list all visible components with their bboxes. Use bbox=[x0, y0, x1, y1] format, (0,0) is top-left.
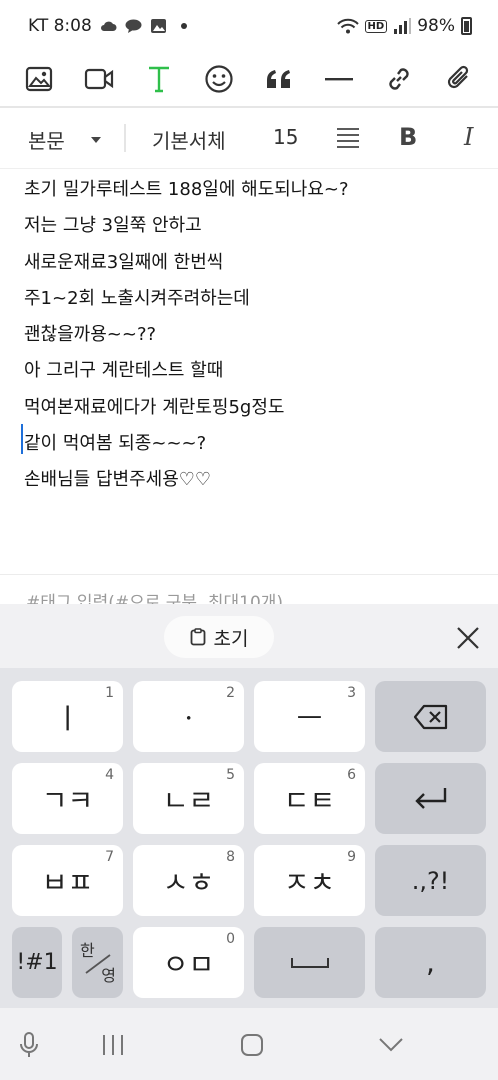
punctuation-key[interactable]: .,?! bbox=[375, 845, 486, 916]
key-bieup-pieup[interactable]: ㅂㅍ 7 bbox=[12, 845, 123, 916]
suggestion-label: 초기 bbox=[213, 627, 249, 650]
space-key[interactable] bbox=[254, 927, 365, 998]
format-separator bbox=[124, 124, 126, 152]
paragraph-style-label: 본문 bbox=[28, 129, 65, 153]
hd-badge: HD bbox=[364, 19, 388, 33]
align-icon[interactable] bbox=[336, 126, 360, 150]
font-size-selector[interactable]: 15 bbox=[273, 125, 298, 149]
close-icon[interactable] bbox=[454, 624, 482, 652]
more-notifications-dot bbox=[180, 23, 187, 29]
key-siot-hieut[interactable]: ㅅㅎ 8 bbox=[133, 845, 244, 916]
attachment-icon[interactable] bbox=[442, 62, 476, 96]
bold-button[interactable]: B bbox=[399, 123, 417, 151]
backspace-key[interactable] bbox=[375, 681, 486, 752]
body-line: 같이 먹여봄 되종~~~? bbox=[24, 433, 207, 455]
hide-keyboard-icon[interactable] bbox=[376, 1030, 406, 1060]
navigation-bar bbox=[0, 1008, 498, 1080]
gallery-icon bbox=[150, 19, 166, 33]
chevron-down-icon bbox=[90, 136, 101, 143]
video-icon[interactable] bbox=[82, 62, 116, 96]
editor-divider bbox=[0, 574, 498, 575]
suggestion-chip[interactable]: 초기 bbox=[164, 616, 274, 658]
italic-button[interactable]: I bbox=[464, 123, 473, 151]
format-divider bbox=[0, 168, 498, 169]
key-ieung-mieum[interactable]: ㅇㅁ 0 bbox=[133, 927, 244, 998]
text-cursor bbox=[21, 424, 23, 454]
key-giyeok-kieuk[interactable]: ㄱㅋ 4 bbox=[12, 763, 123, 834]
sticker-icon[interactable] bbox=[202, 62, 236, 96]
keyboard-keys: ㅣ 1 ㆍ 2 ㅡ 3 ㄱㅋ 4 ㄴㄹ 5 ㄷㅌ 6 ㅂㅍ 7 ㅅㅎ 8 ㅈㅊ … bbox=[0, 668, 498, 1020]
enter-key[interactable] bbox=[375, 763, 486, 834]
chat-icon bbox=[125, 19, 142, 33]
divider-icon[interactable] bbox=[322, 62, 356, 96]
key-digeut-tieut[interactable]: ㄷㅌ 6 bbox=[254, 763, 365, 834]
body-line: 초기 밀가루테스트 188일에 해도되나요~? bbox=[24, 179, 349, 200]
keyboard: 초기 ㅣ 1 ㆍ 2 ㅡ 3 ㄱㅋ 4 ㄴㄹ 5 ㄷㅌ 6 ㅂㅍ 7 ㅅㅎ 8 … bbox=[0, 604, 498, 1080]
cloud-icon bbox=[100, 21, 117, 31]
body-line: 손배님들 답변주세용♡♡ bbox=[24, 469, 212, 491]
key-jieut-chieut[interactable]: ㅈㅊ 9 bbox=[254, 845, 365, 916]
space-icon bbox=[290, 957, 329, 968]
font-selector[interactable]: 기본서체 bbox=[152, 125, 226, 154]
key-nieun-rieul[interactable]: ㄴㄹ 5 bbox=[133, 763, 244, 834]
battery-percent: 98% bbox=[417, 16, 455, 36]
backspace-icon bbox=[413, 704, 447, 729]
battery-icon bbox=[461, 17, 472, 35]
body-line: 아 그리구 계란테스트 할때 bbox=[24, 360, 224, 382]
body-line: 새로운재료3일째에 한번씩 bbox=[24, 251, 224, 273]
editor-toolbar bbox=[0, 52, 498, 106]
language-switch-key[interactable]: 한 영 bbox=[72, 927, 123, 998]
carrier-time: KT 8:08 bbox=[28, 16, 92, 36]
status-bar: KT 8:08 HD 98% bbox=[0, 0, 498, 52]
clipboard-icon bbox=[190, 628, 205, 646]
link-icon[interactable] bbox=[382, 62, 416, 96]
image-icon[interactable] bbox=[22, 62, 56, 96]
signal-icon bbox=[394, 18, 412, 34]
keyboard-suggestion-bar: 초기 bbox=[0, 604, 498, 668]
recent-apps-icon[interactable] bbox=[98, 1030, 128, 1060]
text-style-icon[interactable] bbox=[142, 62, 176, 96]
quote-icon[interactable] bbox=[262, 62, 296, 96]
comma-key[interactable]: , bbox=[375, 927, 486, 998]
wifi-icon bbox=[336, 18, 359, 34]
key-vowel-eu[interactable]: ㅡ 3 bbox=[254, 681, 365, 752]
voice-input-icon[interactable] bbox=[14, 1030, 44, 1060]
home-icon[interactable] bbox=[237, 1030, 267, 1060]
body-line: 괜찮을까용~~?? bbox=[24, 324, 157, 346]
format-bar: 본문 기본서체 15 B I bbox=[0, 108, 498, 168]
body-line: 주1~2회 노출시켜주려하는데 bbox=[24, 287, 250, 309]
body-line: 먹여본재료에다가 계란토핑5g정도 bbox=[24, 396, 285, 418]
enter-icon bbox=[414, 787, 446, 809]
paragraph-style-dropdown[interactable]: 본문 bbox=[28, 125, 101, 154]
body-line: 저는 그냥 3일쭉 안하고 bbox=[24, 215, 202, 237]
key-vowel-i[interactable]: ㅣ 1 bbox=[12, 681, 123, 752]
post-body-editor[interactable]: 초기 밀가루테스트 188일에 해도되나요~? 저는 그냥 3일쭉 안하고 새로… bbox=[21, 172, 484, 499]
key-vowel-dot[interactable]: ㆍ 2 bbox=[133, 681, 244, 752]
symbols-key[interactable]: !#1 bbox=[12, 927, 62, 998]
